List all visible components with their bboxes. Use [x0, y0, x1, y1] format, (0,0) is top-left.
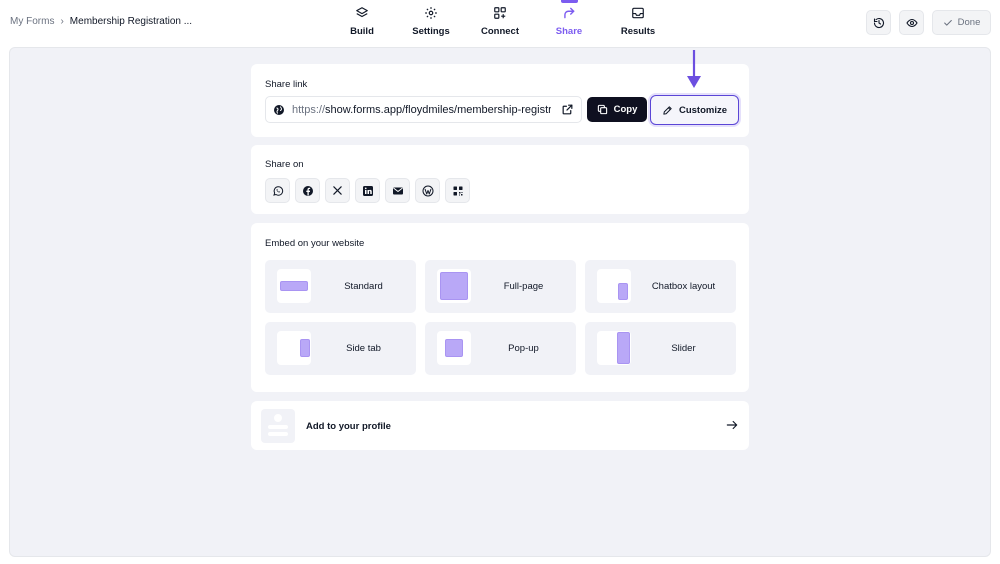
tab-connect[interactable]: Connect [470, 6, 530, 37]
external-link-icon[interactable] [561, 103, 574, 116]
share-qr-code-button[interactable] [445, 178, 470, 203]
whatsapp-icon [272, 185, 283, 196]
pointer-arrow-icon [687, 50, 701, 88]
inbox-icon [632, 7, 644, 19]
embed-option-full-page[interactable]: Full-page [425, 260, 576, 313]
tab-build[interactable]: Build [332, 6, 392, 37]
breadcrumb: My Forms › Membership Registration ... [10, 16, 192, 27]
embed-option-label: Full-page [503, 281, 544, 292]
done-label: Done [957, 17, 981, 28]
customize-link-button[interactable]: Customize [650, 95, 739, 125]
breadcrumb-current-form: Membership Registration ... [69, 16, 193, 27]
embed-option-chatbox[interactable]: Chatbox layout [585, 260, 736, 313]
connect-icon [494, 7, 506, 19]
slider-embed-icon [597, 331, 631, 365]
embed-option-label: Standard [344, 281, 383, 292]
embed-option-label: Chatbox layout [651, 281, 716, 292]
wordpress-icon [422, 185, 433, 196]
arrow-right-icon [726, 420, 738, 430]
globe-icon [274, 105, 284, 115]
embed-option-standard[interactable]: Standard [265, 260, 416, 313]
tab-results[interactable]: Results [608, 6, 668, 37]
preview-button[interactable] [899, 10, 924, 35]
check-icon [943, 19, 952, 26]
embed-option-label: Pop-up [508, 343, 539, 354]
active-tab-indicator [561, 0, 578, 3]
embed-option-label: Slider [671, 343, 696, 354]
tab-settings-label: Settings [412, 26, 450, 37]
profile-icon [261, 409, 295, 443]
x-icon [333, 186, 342, 195]
share-email-button[interactable] [385, 178, 410, 203]
customize-label: Customize [678, 104, 728, 116]
embed-options-grid: Standard Full-page Chatbox layout Side t… [265, 260, 736, 375]
embed-option-side-tab[interactable]: Side tab [265, 322, 416, 375]
popup-embed-icon [437, 331, 471, 365]
share-whatsapp-button[interactable] [265, 178, 290, 203]
share-on-title: Share on [265, 159, 304, 170]
standard-embed-icon [277, 269, 311, 303]
copy-icon [597, 104, 607, 115]
tab-settings[interactable]: Settings [401, 6, 461, 37]
embed-option-popup[interactable]: Pop-up [425, 322, 576, 375]
embed-option-slider[interactable]: Slider [585, 322, 736, 375]
qr-code-icon [453, 186, 462, 195]
share-url-field[interactable]: https://show.forms.app/floydmiles/member… [265, 96, 582, 123]
share-linkedin-button[interactable] [355, 178, 380, 203]
embed-title: Embed on your website [265, 238, 365, 249]
social-buttons [265, 178, 470, 203]
pencil-icon [663, 105, 672, 115]
gear-icon [425, 7, 437, 19]
tab-connect-label: Connect [481, 26, 519, 37]
copy-link-button[interactable]: Copy [587, 97, 647, 122]
eye-icon [905, 18, 918, 27]
share-url-path: show.forms.app/floydmiles/membership-reg… [325, 104, 551, 116]
breadcrumb-my-forms[interactable]: My Forms [10, 16, 54, 27]
embed-option-label: Side tab [346, 343, 381, 354]
share-url-text: https://show.forms.app/floydmiles/member… [292, 104, 551, 116]
add-to-profile-label: Add to your profile [306, 421, 391, 432]
tab-results-label: Results [620, 26, 656, 37]
share-link-card: Share link https://show.forms.app/floydm… [251, 64, 749, 137]
share-arrow-icon [564, 7, 575, 19]
breadcrumb-separator: › [60, 16, 64, 27]
layers-icon [356, 7, 368, 18]
top-bar: My Forms › Membership Registration ... B… [0, 0, 1000, 46]
add-to-profile-card[interactable]: Add to your profile [251, 401, 749, 450]
tab-share[interactable]: Share [539, 6, 599, 37]
email-icon [392, 187, 403, 194]
linkedin-icon [362, 185, 373, 196]
share-facebook-button[interactable] [295, 178, 320, 203]
side-tab-embed-icon [277, 331, 311, 365]
copy-label: Copy [613, 104, 638, 115]
embed-card: Embed on your website Standard Full-page… [251, 223, 749, 392]
share-link-title: Share link [265, 79, 308, 90]
chatbox-embed-icon [597, 269, 631, 303]
share-on-card: Share on [251, 145, 749, 214]
tab-build-label: Build [350, 26, 374, 37]
history-button[interactable] [866, 10, 891, 35]
share-wordpress-button[interactable] [415, 178, 440, 203]
share-url-protocol: https:// [292, 104, 326, 116]
done-button[interactable]: Done [932, 10, 991, 35]
full-page-embed-icon [437, 269, 471, 303]
share-x-button[interactable] [325, 178, 350, 203]
tab-share-label: Share [555, 26, 583, 37]
facebook-icon [302, 185, 313, 196]
history-icon [873, 17, 884, 28]
